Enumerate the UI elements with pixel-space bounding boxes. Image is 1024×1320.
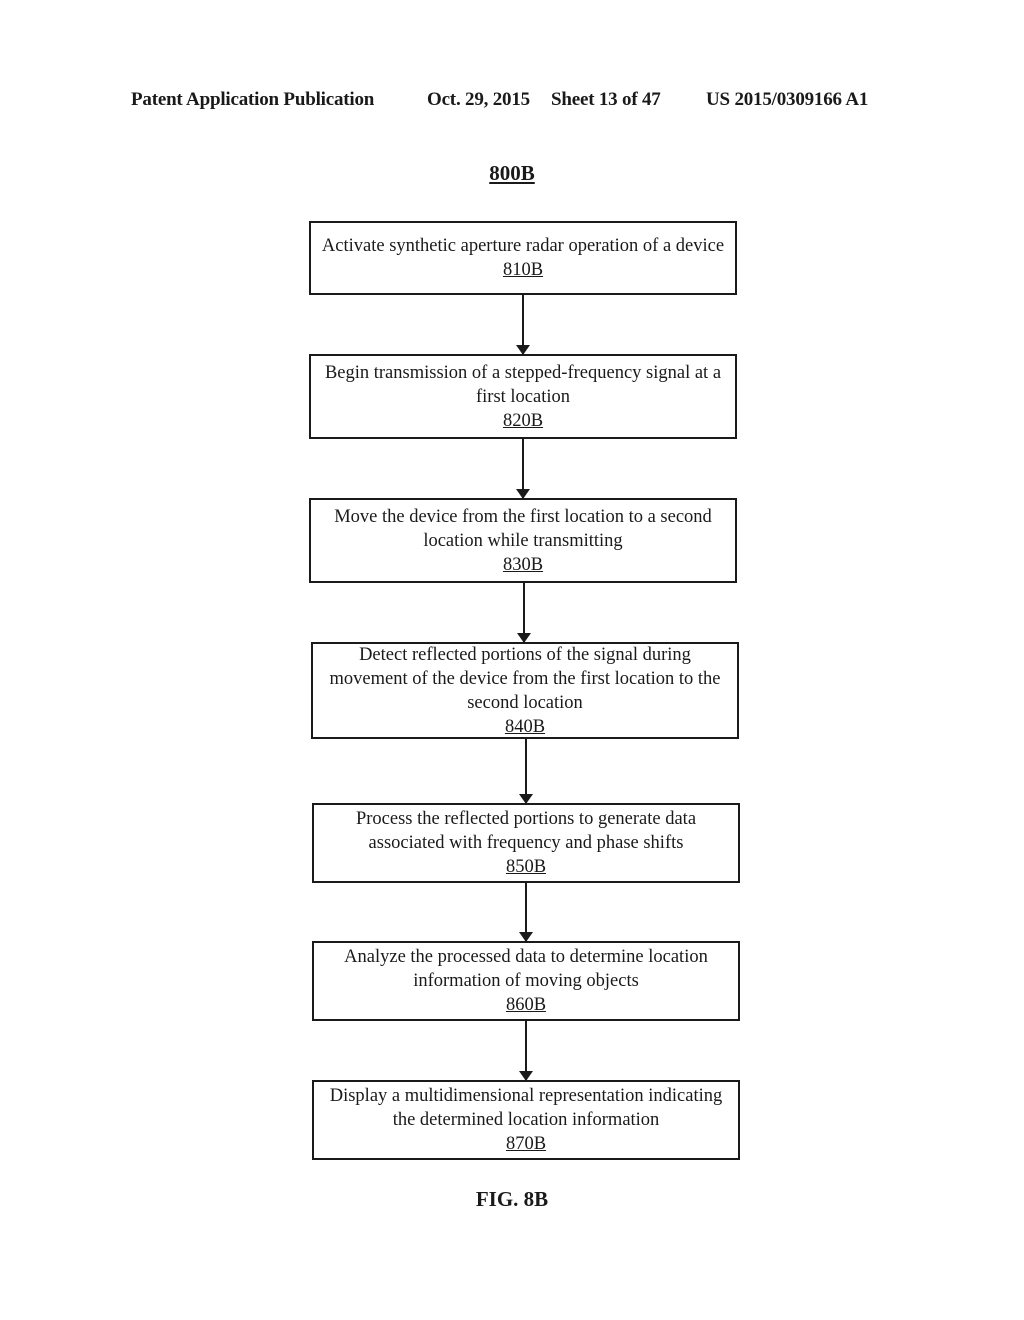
flow-arrow [519,1021,533,1081]
flow-arrow [517,583,531,643]
step-box-820b: Begin transmission of a stepped-frequenc… [309,354,737,439]
step-text: Detect reflected portions of the signal … [329,644,721,713]
step-box-850b: Process the reflected portions to genera… [312,803,740,883]
step-box-810b: Activate synthetic aperture radar operat… [309,221,737,295]
step-ref: 870B [505,1134,547,1154]
step-text: Analyze the processed data to determine … [344,947,708,991]
step-text: Move the device from the first location … [334,506,712,551]
step-text: Display a multidimensional representatio… [329,1086,723,1130]
header-publication-number: US 2015/0309166 A1 [706,89,869,110]
figure-caption: FIG. 8B [475,1187,549,1211]
header-publication-type: Patent Application Publication [131,89,375,110]
step-box-830b: Move the device from the first location … [309,498,737,583]
step-ref: 850B [505,857,547,877]
step-box-840b: Detect reflected portions of the signal … [311,642,739,739]
step-box-870b: Display a multidimensional representatio… [312,1080,740,1160]
step-text: Begin transmission of a stepped-frequenc… [324,362,722,407]
step-ref: 830B [502,554,544,575]
header-sheet: Sheet 13 of 47 [551,89,661,110]
flow-arrow [519,739,533,804]
flow-arrow [516,295,530,355]
flow-arrow [516,439,530,499]
step-ref: 810B [502,260,544,280]
figure-id: 800B [489,161,535,185]
step-box-860b: Analyze the processed data to determine … [312,941,740,1021]
step-ref: 860B [505,995,547,1015]
step-ref: 840B [504,716,546,737]
step-text: Activate synthetic aperture radar operat… [321,236,725,256]
step-text: Process the reflected portions to genera… [355,809,697,853]
step-ref: 820B [502,410,544,431]
flow-arrow [519,883,533,942]
header-date: Oct. 29, 2015 [427,89,530,110]
